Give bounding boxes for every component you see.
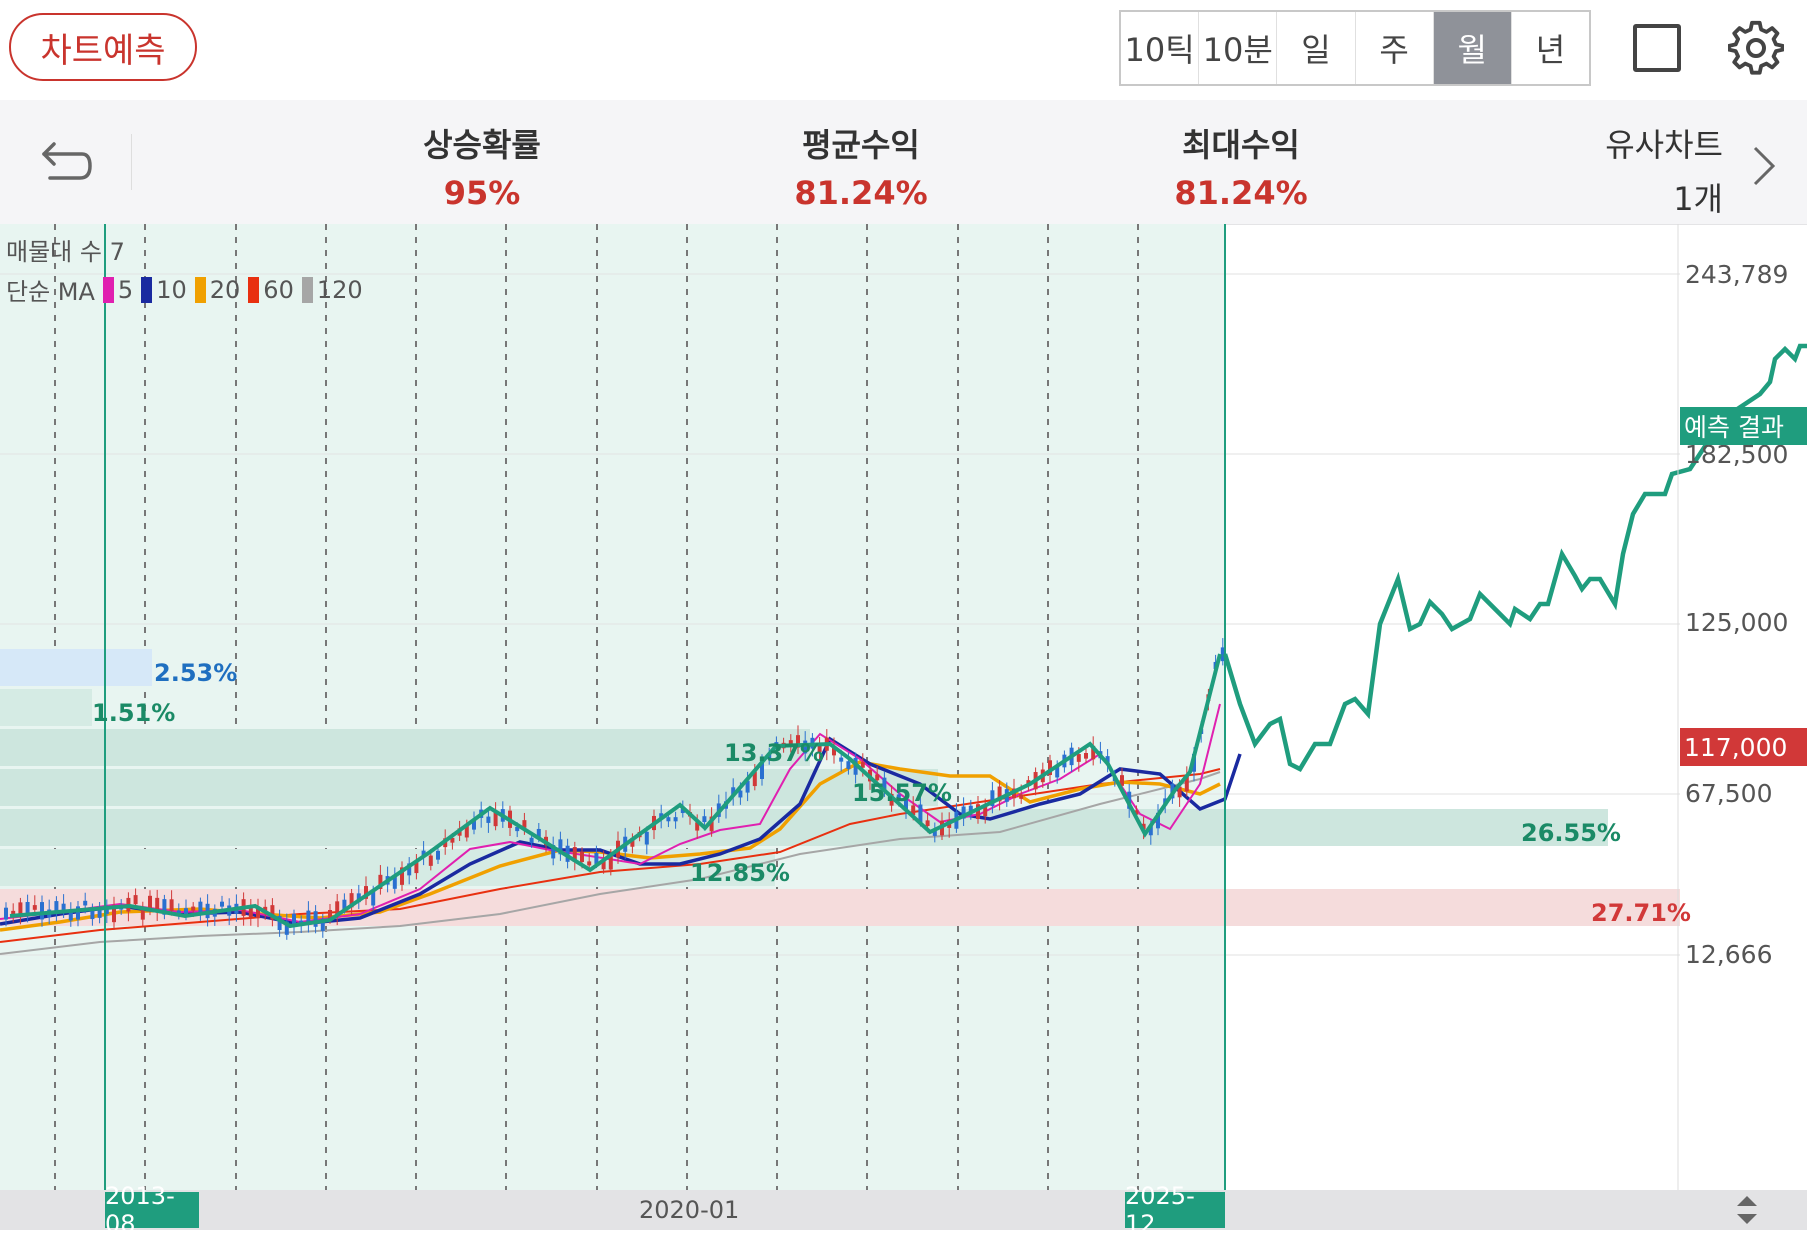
ma5-swatch (102, 276, 114, 303)
divider (131, 134, 132, 190)
prediction-stats-bar: 상승확률 95% 평균수익 81.24% 최대수익 81.24% 유사차트 1개 (0, 100, 1807, 225)
candle-body (198, 901, 203, 913)
average-return-value: 81.24% (794, 174, 928, 212)
volume-bar-4 (0, 769, 938, 806)
chevron-right-icon[interactable] (1743, 142, 1783, 190)
volume-bar-3 (0, 729, 810, 766)
y-tick-label: 243,789 (1685, 260, 1789, 289)
candle-body (644, 831, 649, 845)
similar-charts[interactable]: 유사차트 1개 (1605, 120, 1723, 220)
period-day[interactable]: 일 (1277, 12, 1356, 84)
ma10-label: 10 (156, 275, 187, 304)
volume-bar-5 (0, 809, 1608, 846)
ma20-swatch (194, 276, 206, 303)
y-tick-label: 125,000 (1685, 608, 1789, 637)
pattern-start-date: 2013-08 (105, 1182, 199, 1238)
period-year[interactable]: 년 (1512, 12, 1589, 84)
x-axis-bar[interactable] (0, 1190, 1807, 1230)
ma-legend: 단순 MA 5 10 20 60 120 (6, 272, 363, 307)
chart-predict-button[interactable]: 차트예측 (9, 13, 197, 81)
pattern-end-date: 2025-12 (1125, 1182, 1225, 1238)
ma60-label: 60 (263, 275, 294, 304)
candle-body (428, 855, 433, 866)
volume-pct-label: 27.71% (1591, 899, 1691, 927)
max-return-value: 81.24% (1174, 174, 1308, 212)
ma20-label: 20 (209, 275, 241, 304)
volume-profile-legend: 매물대 수 7 (6, 238, 125, 266)
period-month[interactable]: 월 (1433, 12, 1512, 84)
square-icon[interactable] (1633, 24, 1681, 72)
volume-pct-label: 26.55% (1521, 819, 1621, 847)
candle-body (673, 817, 678, 822)
candle-body (486, 816, 491, 823)
gear-icon[interactable] (1728, 18, 1784, 78)
candle-body (169, 899, 174, 911)
undo-arrow-icon[interactable] (36, 134, 96, 194)
period-10min[interactable]: 10분 (1199, 12, 1278, 84)
up-down-arrows-icon[interactable] (1734, 1192, 1760, 1228)
top-toolbar: 차트예측 10틱 10분 일 주 월 년 (0, 0, 1807, 100)
candle-body (580, 851, 584, 863)
candle-body (32, 905, 37, 910)
rise-probability: 상승확률 95% (352, 120, 612, 212)
candle-body (220, 901, 224, 907)
rise-probability-value: 95% (443, 174, 521, 212)
candle-body (587, 861, 592, 866)
candle-body (1084, 752, 1088, 759)
ma-legend-title: 단순 MA (6, 278, 95, 306)
candle-body (90, 910, 95, 920)
candle-body (925, 820, 930, 826)
ma5-label: 5 (117, 275, 134, 304)
candle-body (40, 902, 44, 920)
chart-canvas[interactable] (0, 224, 1807, 1230)
ma60-swatch (248, 276, 260, 303)
candle-body (83, 900, 88, 906)
x-tick-label: 2020-01 (639, 1196, 740, 1224)
ma10-swatch (141, 276, 153, 303)
prediction-result-tag: 예측 결과 (1680, 407, 1807, 445)
average-return-label: 평균수익 (802, 126, 920, 164)
period-10tick[interactable]: 10틱 (1121, 12, 1200, 84)
price-chart[interactable]: 매물대 수 7 단순 MA 5 10 20 60 120 2.53% 1.51%… (0, 224, 1807, 1238)
y-tick-label: 12,666 (1685, 940, 1773, 969)
candle-body (666, 817, 671, 822)
ma120-label: 120 (316, 275, 363, 304)
candle-body (313, 911, 318, 927)
average-return: 평균수익 81.24% (731, 120, 991, 212)
candle-body (1076, 754, 1081, 762)
similar-pattern-zone (0, 224, 1225, 1190)
candle-body (839, 757, 844, 762)
y-tick-label: 67,500 (1685, 779, 1773, 808)
candle-body (191, 906, 196, 911)
max-return-label: 최대수익 (1182, 126, 1300, 164)
candle-body (436, 850, 440, 860)
candle-body (133, 895, 138, 905)
similar-charts-label: 유사차트 (1605, 126, 1723, 164)
candle-body (846, 761, 851, 769)
candle-body (140, 909, 145, 920)
volume-pct-label: 2.53% (154, 659, 238, 687)
candle-body (702, 816, 707, 823)
candle-body (4, 907, 8, 920)
period-selector: 10틱 10분 일 주 월 년 (1119, 10, 1591, 86)
ma120-swatch (301, 276, 313, 303)
volume-pct-label: 12.85% (690, 859, 790, 887)
current-price-tag: 117,000 (1680, 728, 1807, 766)
period-week[interactable]: 주 (1356, 12, 1434, 84)
max-return: 최대수익 81.24% (1111, 120, 1371, 212)
volume-pct-label: 15.57% (852, 779, 952, 807)
candle-body (1019, 794, 1024, 799)
similar-charts-count: 1개 (1673, 180, 1723, 218)
volume-pct-label: 13.37% (724, 739, 824, 767)
volume-bar-1 (0, 649, 152, 686)
volume-bar-2 (0, 689, 92, 726)
candle-body (529, 837, 534, 844)
volume-pct-label: 1.51% (92, 699, 176, 727)
rise-probability-label: 상승확률 (423, 126, 541, 164)
